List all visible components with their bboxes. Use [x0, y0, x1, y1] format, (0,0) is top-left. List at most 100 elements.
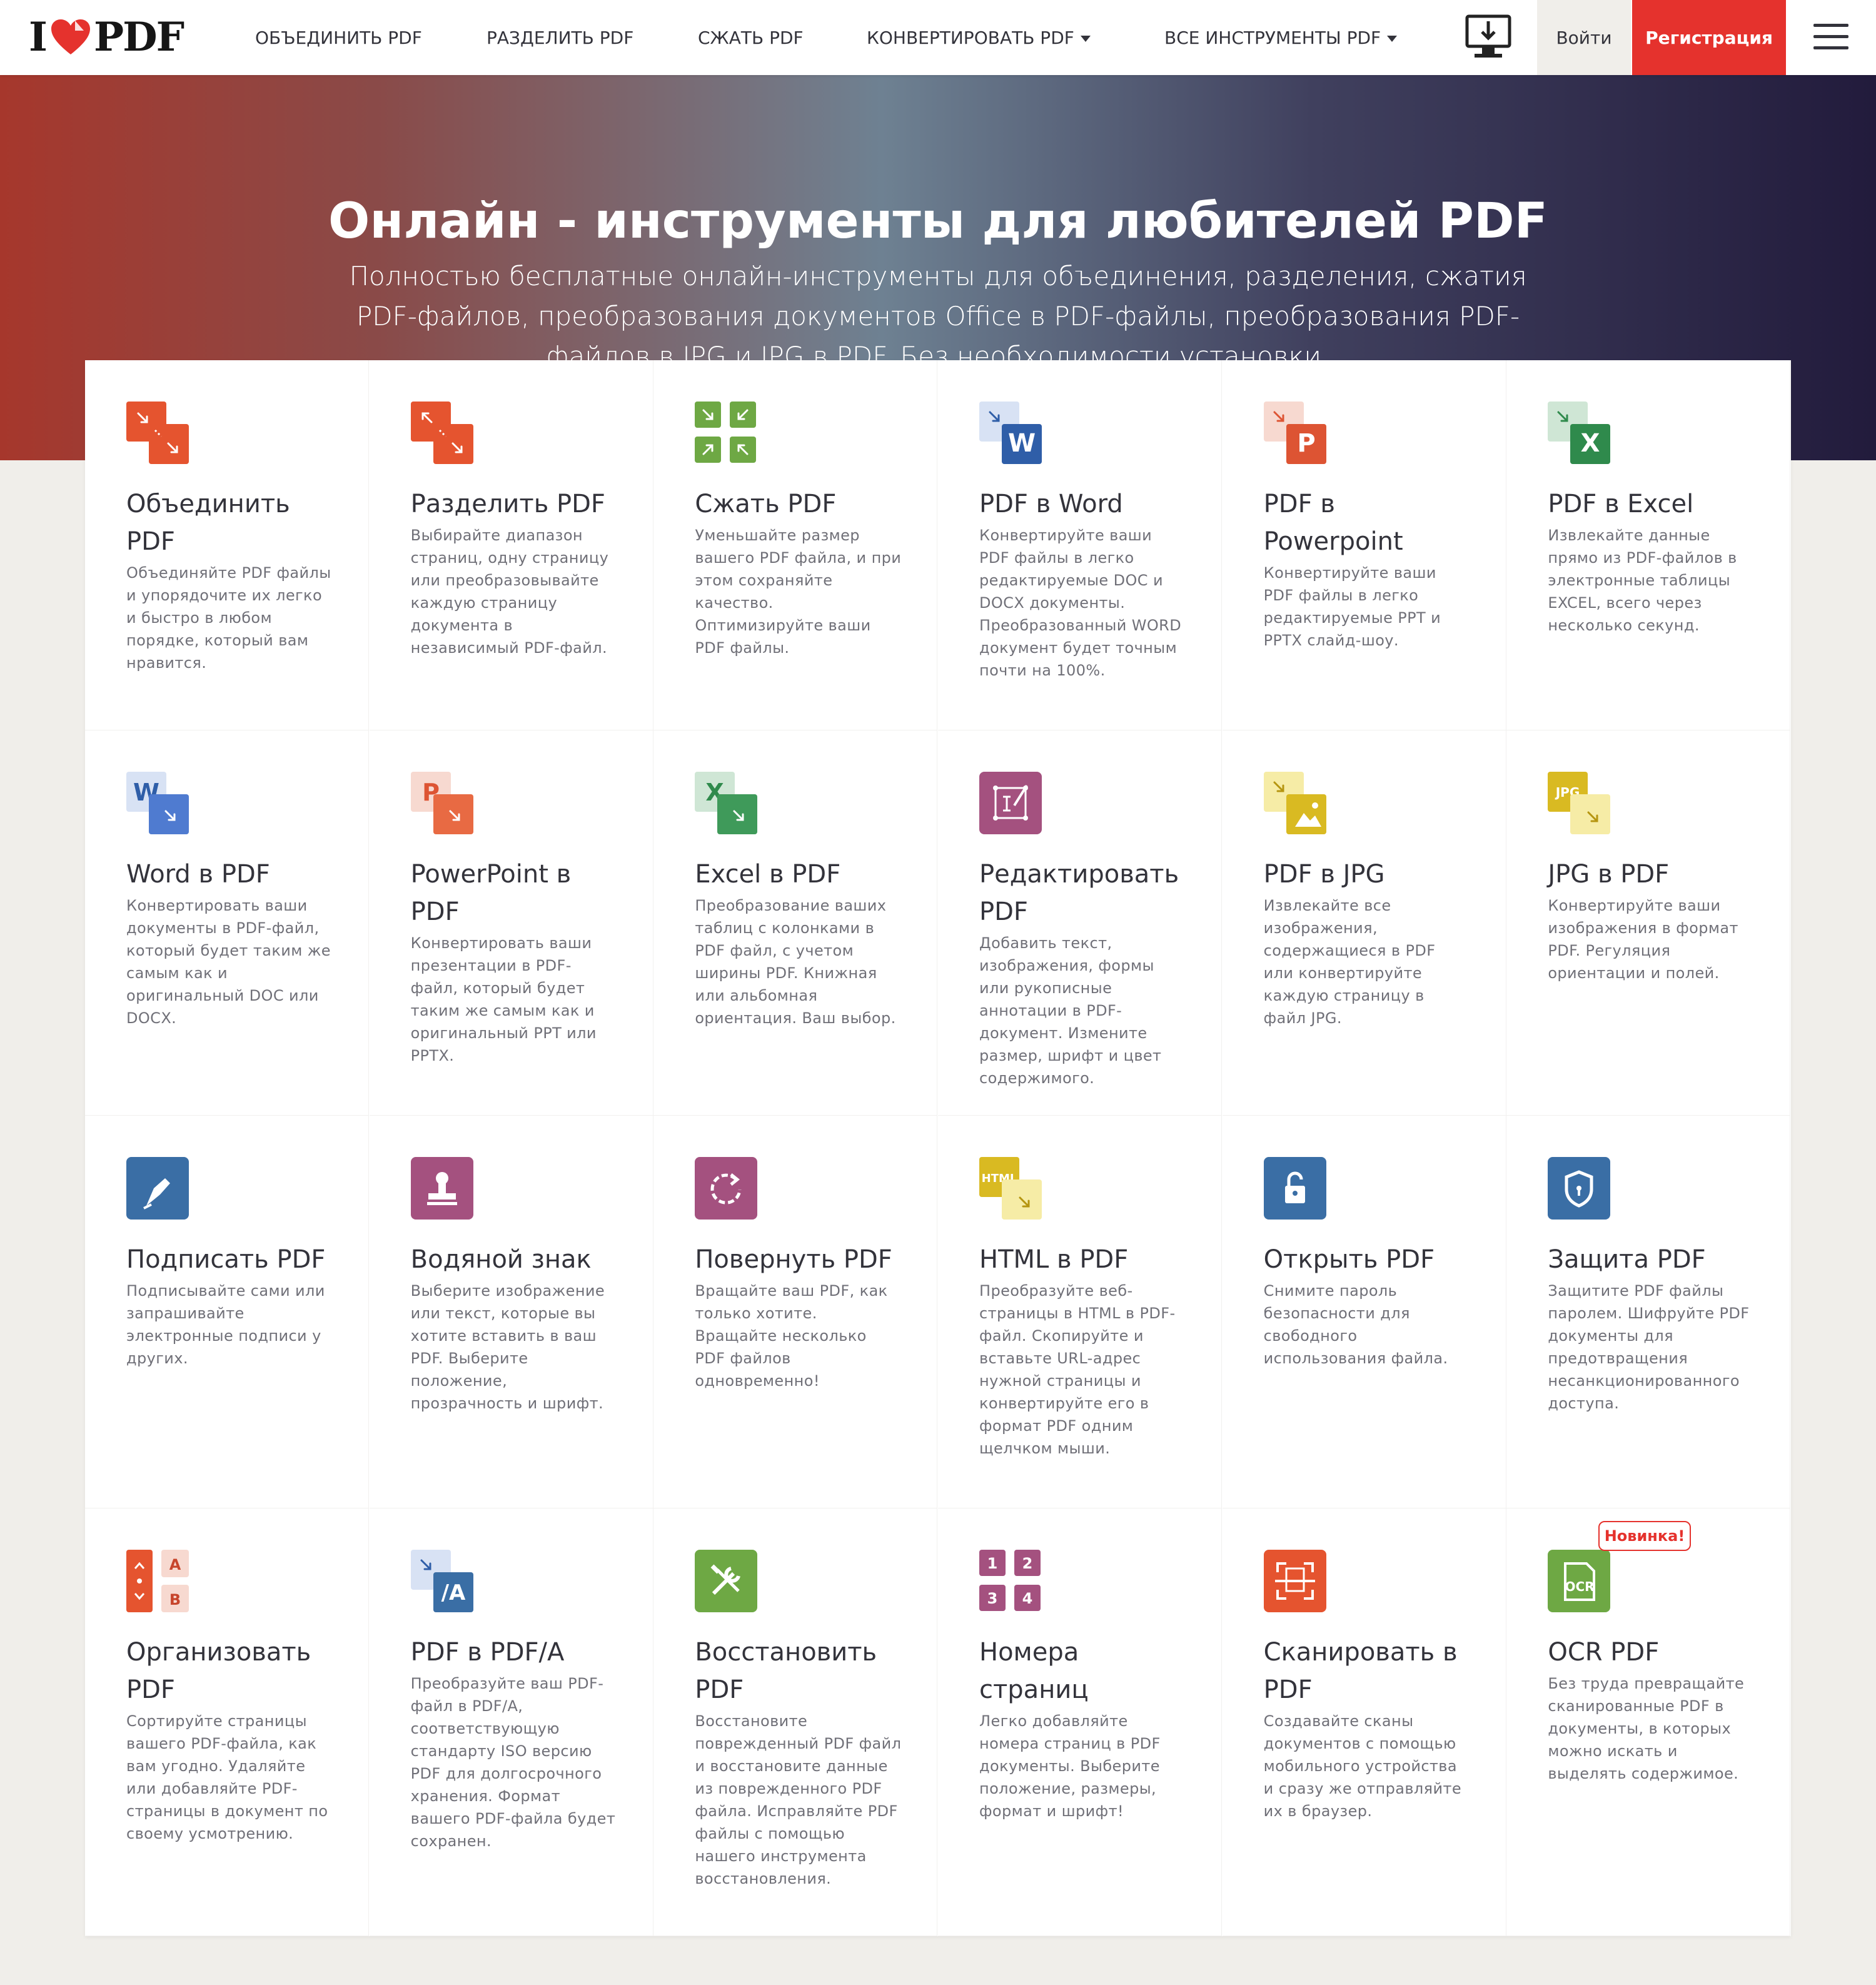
nav-split-pdf[interactable]: РАЗДЕЛИТЬ PDF — [487, 28, 633, 48]
tool-description: Выберите изображение или текст, которые … — [410, 1282, 605, 1412]
ilovepdf-logo[interactable]: I PDF — [29, 13, 184, 61]
tool-title: PDF в Excel — [1548, 490, 1694, 518]
top-navigation-bar: I PDF ОБЪЕДИНИТЬ PDF РАЗДЕЛИТЬ PDF СЖАТЬ… — [0, 0, 1876, 75]
tool-card-pdf-to-word[interactable]: W PDF в Word Конвертируйте ваши PDF файлы … — [938, 360, 1222, 730]
pdf-to-excel-icon: X — [1548, 402, 1611, 464]
tool-card-unlock-pdf[interactable]: Открыть PDF Снимите пароль безопасности д… — [1222, 1116, 1506, 1508]
tool-card-watermark[interactable]: Водяной знак Выберите изображение или тек… — [369, 1116, 653, 1508]
svg-text:W: W — [1008, 429, 1036, 458]
compress-icon — [695, 402, 757, 463]
protect-pdf-icon — [1548, 1157, 1611, 1220]
powerpoint-to-pdf-icon: P — [410, 772, 473, 834]
tool-title: PDF в PDF/A — [410, 1638, 565, 1667]
tool-card-pdf-to-powerpoint[interactable]: P PDF в Powerpoint Конвертируйте ваши PDF … — [1222, 360, 1506, 730]
rotate-pdf-icon — [695, 1157, 758, 1220]
tool-title: Подписать PDF — [126, 1245, 326, 1274]
tool-card-sign-pdf[interactable]: Подписать PDF Подписывайте сами или запра… — [85, 1116, 369, 1508]
unlock-pdf-icon — [1263, 1157, 1326, 1220]
word-to-pdf-icon: W — [126, 772, 189, 834]
tool-card-compress[interactable]: Сжать PDF Уменьшайте размер вашего PDF фа… — [653, 360, 938, 730]
tool-title: Объединить PDF — [126, 490, 290, 556]
tool-card-scan-to-pdf[interactable]: Сканировать в PDF Создавайте сканы докуме… — [1222, 1508, 1506, 1936]
logo-text-pdf: PDF — [93, 13, 184, 61]
tool-description: Конвертировать ваши презентации в PDF-фа… — [410, 934, 597, 1064]
tool-card-pdf-to-jpg[interactable]: PDF в JPG Извлекайте все изображения, сод… — [1222, 730, 1506, 1116]
tool-description: Защитите PDF файлы паролем. Шифруйте PDF… — [1548, 1282, 1750, 1412]
tool-title: PDF в Powerpoint — [1263, 490, 1403, 556]
tool-title: Сканировать в PDF — [1263, 1638, 1458, 1704]
tool-title: HTML в PDF — [979, 1245, 1129, 1274]
tool-card-excel-to-pdf[interactable]: X Excel в PDF Преобразование ваших таблиц… — [653, 730, 938, 1116]
pdf-to-pdfa-icon: /A — [410, 1550, 473, 1612]
heart-icon — [51, 19, 90, 54]
tool-title: Word в PDF — [126, 860, 270, 889]
tool-title: PDF в JPG — [1263, 860, 1385, 889]
tool-card-word-to-pdf[interactable]: W Word в PDF Конвертировать ваши документ… — [85, 730, 369, 1116]
logo-text-i: I — [29, 13, 48, 61]
tool-description: Создавайте сканы документов с помощью мо… — [1263, 1712, 1462, 1820]
edit-pdf-icon — [979, 772, 1042, 834]
tool-card-edit-pdf[interactable]: Редактировать PDF Добавить текст, изображ… — [938, 730, 1222, 1116]
nav-label: РАЗДЕЛИТЬ PDF — [487, 28, 634, 48]
tool-title: Повернуть PDF — [695, 1245, 892, 1274]
tool-card-split[interactable]: Разделить PDF Выбирайте диапазон страниц,… — [369, 360, 653, 730]
tool-description: Преобразуйте веб-страницы в HTML в PDF-ф… — [979, 1282, 1176, 1457]
jpg-to-pdf-icon: JPG — [1548, 772, 1611, 834]
tool-card-jpg-to-pdf[interactable]: JPG JPG в PDF Конвертируйте ваши изображе… — [1506, 730, 1791, 1116]
svg-text:2: 2 — [1022, 1555, 1033, 1572]
tool-card-rotate-pdf[interactable]: Повернуть PDF Вращайте ваш PDF, как тольк… — [653, 1116, 938, 1508]
tool-title: Водяной знак — [410, 1245, 592, 1274]
nav-all-tools[interactable]: ВСЕ ИНСТРУМЕНТЫ PDF — [1164, 28, 1398, 48]
tool-card-pdf-to-excel[interactable]: X PDF в Excel Извлекайте данные прямо из P… — [1506, 360, 1791, 730]
pdf-to-powerpoint-icon: P — [1263, 402, 1326, 464]
tool-description: Объединяйте PDF файлы и упорядочите их л… — [126, 564, 331, 672]
tool-card-repair-pdf[interactable]: Восстановить PDF Восстановите поврежденны… — [653, 1508, 938, 1936]
tool-description: Уменьшайте размер вашего PDF файла, и пр… — [695, 527, 902, 657]
ocr-pdf-icon: OCR — [1548, 1550, 1611, 1612]
pdf-to-jpg-icon — [1263, 772, 1326, 834]
sign-pdf-icon — [126, 1157, 189, 1220]
tool-description: Конвертируйте ваши PDF файлы в легко ред… — [979, 527, 1182, 679]
desktop-download-button[interactable] — [1463, 14, 1513, 61]
desktop-download-icon — [1465, 14, 1511, 58]
hero-subtitle: Полностью бесплатные онлайн-инструменты … — [349, 261, 1527, 371]
tool-description: Добавить текст, изображения, формы или р… — [979, 934, 1162, 1087]
tool-card-organize-pdf[interactable]: A B Организовать PDF Сортируйте страницы в… — [85, 1508, 369, 1936]
nav-convert-pdf[interactable]: КОНВЕРТИРОВАТЬ PDF — [867, 28, 1091, 48]
tool-card-powerpoint-to-pdf[interactable]: P PowerPoint в PDF Конвертировать ваши пр… — [369, 730, 653, 1116]
login-button[interactable]: Войти — [1537, 0, 1631, 75]
nav-merge-pdf[interactable]: ОБЪЕДИНИТЬ PDF — [255, 28, 422, 48]
svg-text:4: 4 — [1022, 1590, 1033, 1607]
svg-text:3: 3 — [987, 1590, 998, 1607]
tool-description: Выбирайте диапазон страниц, одну страниц… — [410, 527, 609, 657]
tool-card-ocr-pdf[interactable]: OCR OCR PDF Без труда превращайте сканиров… — [1506, 1508, 1791, 1936]
tool-card-pdf-to-pdfa[interactable]: /A PDF в PDF/A Преобразуйте ваш PDF-файл в… — [369, 1508, 653, 1936]
html-to-pdf-icon: HTML — [979, 1157, 1042, 1220]
tool-description: Конвертировать ваши документы в PDF-файл… — [126, 897, 331, 1027]
caret-down-icon — [1080, 36, 1091, 42]
tool-description: Преобразуйте ваш PDF-файл в PDF/A, соотв… — [410, 1675, 616, 1850]
tool-title: Сжать PDF — [695, 490, 837, 518]
nav-label: ВСЕ ИНСТРУМЕНТЫ PDF — [1164, 28, 1381, 48]
scan-to-pdf-icon — [1263, 1550, 1326, 1612]
hamburger-menu-icon[interactable] — [1813, 24, 1848, 51]
merge-icon — [126, 402, 189, 464]
tool-title: Редактировать PDF — [979, 860, 1179, 926]
signup-button[interactable]: Регистрация — [1632, 0, 1786, 75]
tool-description: Подписывайте сами или запрашивайте элект… — [126, 1282, 325, 1367]
svg-text:A: A — [169, 1556, 181, 1573]
nav-compress-pdf[interactable]: СЖАТЬ PDF — [698, 28, 804, 48]
tool-title: Номера страниц — [979, 1638, 1089, 1704]
organize-pdf-icon: A B — [126, 1550, 189, 1612]
tool-description: Восстановите поврежденный PDF файл и вос… — [695, 1712, 902, 1887]
tool-description: Конвертируйте ваши PDF файлы в легко ред… — [1263, 564, 1441, 649]
tool-description: Извлекайте все изображения, содержащиеся… — [1263, 897, 1436, 1027]
tool-card-html-to-pdf[interactable]: HTML HTML в PDF Преобразуйте веб-страницы… — [938, 1116, 1222, 1508]
nav-label: КОНВЕРТИРОВАТЬ PDF — [867, 28, 1074, 48]
tool-card-page-numbers[interactable]: 1 2 3 4 Номера страниц Легко добавляйте но… — [938, 1508, 1222, 1936]
tool-card-protect-pdf[interactable]: Защита PDF Защитите PDF файлы паролем. Ши… — [1506, 1116, 1791, 1508]
new-badge: Новинка! — [1598, 1521, 1691, 1551]
tool-title: Восстановить PDF — [695, 1638, 877, 1704]
split-icon — [410, 402, 473, 464]
tool-card-merge[interactable]: Объединить PDF Объединяйте PDF файлы и уп… — [85, 360, 369, 730]
